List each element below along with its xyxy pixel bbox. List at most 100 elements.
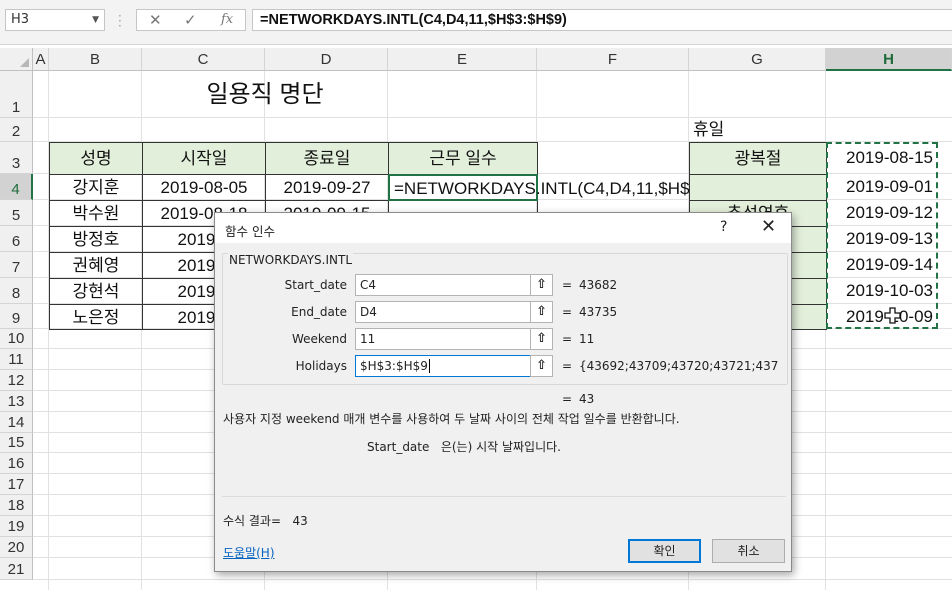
arg-input-value: C4 [360,278,377,292]
dialog-title-bar[interactable]: 함수 인수 ? ✕ [215,213,791,243]
arg-result-end-date: 43735 [579,305,618,319]
column-header-a[interactable]: A [33,48,49,71]
function-description: 사용자 지정 weekend 매개 변수를 사용하여 두 날짜 사이의 전체 작… [223,412,680,426]
arg-label-start-date: Start_date [284,278,347,292]
holiday-name[interactable]: 광복절 [689,142,827,175]
employee-name[interactable]: 노은정 [49,304,143,330]
arg-input-start-date[interactable]: C4 [355,274,553,296]
gridline-horizontal [33,579,952,580]
header-start-date[interactable]: 시작일 [142,142,266,175]
row-header-3[interactable]: 3 [0,142,33,174]
chevron-down-icon[interactable]: ▼ [92,10,99,30]
row-header-10[interactable]: 10 [0,329,33,349]
divider [222,496,786,497]
work-days-edit-cell[interactable]: =NETWORKDAYS.INTL(C4,D4,11,$H$3:$H$9) [388,174,750,201]
cancel-button[interactable]: 취소 [712,539,785,563]
row-header-20[interactable]: 20 [0,537,33,558]
row-header-11[interactable]: 11 [0,349,33,370]
column-header-f[interactable]: F [537,48,689,71]
header-end-date[interactable]: 종료일 [265,142,389,175]
row-header-9[interactable]: 9 [0,304,33,329]
drag-handle-icon[interactable]: · · · [118,10,122,32]
arg-equals: = [562,278,573,292]
cancel-icon[interactable]: ✕ [149,11,162,29]
row-header-18[interactable]: 18 [0,495,33,516]
row-header-19[interactable]: 19 [0,516,33,537]
column-header-h[interactable]: H [826,48,952,71]
copy-marquee [826,142,938,329]
holiday-label[interactable]: 휴일 [689,118,827,143]
formula-result-label: 수식 결과= [223,514,282,528]
row-header-6[interactable]: 6 [0,226,33,252]
row-header-17[interactable]: 17 [0,474,33,495]
header-name[interactable]: 성명 [49,142,143,175]
arg-input-weekend[interactable]: 11 [355,328,553,350]
employee-name[interactable]: 강현석 [49,278,143,305]
collapse-dialog-icon[interactable]: ⇧ [530,301,553,323]
formula-result: 수식 결과= 43 [223,512,308,529]
total-result: 43 [579,392,595,406]
formula-bar: H3 ▼ · · · ✕ ✓ fx =NETWORKDAYS.INTL(C4,D4,… [0,0,952,45]
holiday-name[interactable] [689,174,827,201]
employee-name[interactable]: 강지훈 [49,174,143,201]
row-header-16[interactable]: 16 [0,453,33,474]
employee-name[interactable]: 방정호 [49,226,143,253]
row-header-13[interactable]: 13 [0,391,33,412]
formula-result-value: 43 [292,514,308,528]
arg-label-end-date: End_date [291,305,347,319]
arg-input-value: 11 [360,332,376,346]
header-work-days[interactable]: 근무 일수 [388,142,538,175]
help-link[interactable]: 도움말(H) [223,544,275,561]
insert-function-icon[interactable]: fx [221,12,233,27]
row-header-5[interactable]: 5 [0,200,33,226]
formula-input[interactable]: =NETWORKDAYS.INTL(C4,D4,11,$H$3:$H$9) [252,9,952,31]
row-header-12[interactable]: 12 [0,370,33,391]
function-arguments-dialog: 함수 인수 ? ✕ NETWORKDAYS.INTL Start_date C4 ⇧… [214,212,792,572]
column-header-g[interactable]: G [689,48,826,71]
collapse-dialog-icon[interactable]: ⇧ [530,355,553,377]
argument-name: Start_date [367,440,430,454]
formula-buttons: ✕ ✓ fx [136,9,246,31]
arg-equals: = [562,359,573,373]
employee-name[interactable]: 박수원 [49,200,143,227]
arg-result-start-date: 43682 [579,278,618,292]
argument-description: Start_date 은(는) 시작 날짜입니다. [367,438,561,455]
arg-equals: = [562,332,573,346]
enter-icon[interactable]: ✓ [184,11,197,29]
dialog-title: 함수 인수 [225,224,275,239]
arg-input-value: $H$3:$H$9 [360,359,428,373]
arg-input-holidays[interactable]: $H$3:$H$9 [355,355,553,377]
employee-name[interactable]: 권혜영 [49,252,143,279]
name-box[interactable]: H3 ▼ [5,9,105,31]
help-icon[interactable]: ? [720,219,727,235]
row-header-4[interactable]: 4 [0,174,33,200]
collapse-dialog-icon[interactable]: ⇧ [530,328,553,350]
arg-result-weekend: 11 [579,332,595,346]
sheet-title[interactable]: 일용직 명단 [142,71,388,118]
row-header-7[interactable]: 7 [0,252,33,278]
close-icon[interactable]: ✕ [761,216,776,237]
column-header-d[interactable]: D [265,48,388,71]
arg-label-holidays: Holidays [295,359,347,373]
argument-help: 은(는) 시작 날짜입니다. [440,440,561,454]
column-header-c[interactable]: C [142,48,265,71]
employee-start-date[interactable]: 2019-08-05 [142,174,266,201]
row-header-21[interactable]: 21 [0,558,33,580]
row-header-15[interactable]: 15 [0,433,33,453]
text-caret [428,359,430,373]
column-header-e[interactable]: E [388,48,537,71]
arg-input-end-date[interactable]: D4 [355,301,553,323]
function-name: NETWORKDAYS.INTL [228,253,354,267]
row-header-14[interactable]: 14 [0,412,33,433]
cell-cursor-icon [884,307,901,324]
row-header-2[interactable]: 2 [0,118,33,142]
column-header-b[interactable]: B [49,48,142,71]
collapse-dialog-icon[interactable]: ⇧ [530,274,553,296]
ok-button[interactable]: 확인 [628,539,701,563]
employee-end-date[interactable]: 2019-09-27 [265,174,389,201]
select-all-corner[interactable] [0,48,33,71]
arg-equals: = [562,305,573,319]
name-box-value: H3 [11,12,30,27]
row-header-1[interactable]: 1 [0,71,33,118]
row-header-8[interactable]: 8 [0,278,33,304]
